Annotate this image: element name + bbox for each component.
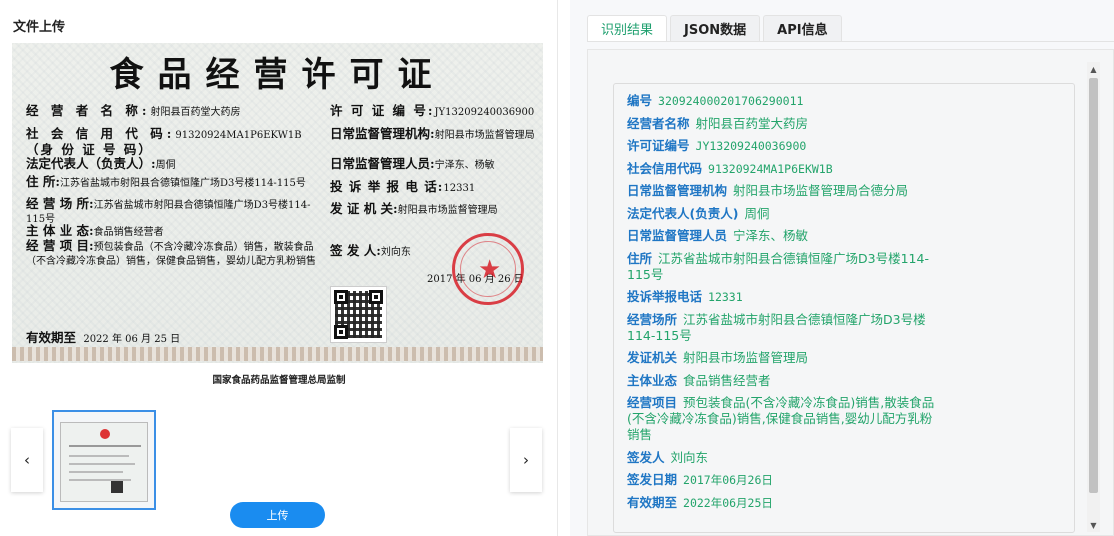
result-panel: 识别结果 JSON数据 API信息 编号 32092400020170629001… <box>570 0 1114 536</box>
cert-field-signer: 签 发 人:刘向东 <box>330 243 411 258</box>
chevron-left-icon: ‹ <box>24 451 30 469</box>
thumbnail-line <box>69 445 141 447</box>
result-content: 编号 320924000201706290011 经营者名称 射阳县百药堂大药房 许… <box>587 49 1114 536</box>
result-row-credit-code: 社会信用代码 91320924MA1P6EKW1B <box>627 160 833 176</box>
cert-field-address: 住 所:江苏省盐城市射阳县合德镇恒隆广场D3号楼114-115号 <box>26 174 306 189</box>
result-row-valid-until: 有效期至 2022年06月25日 <box>627 494 773 510</box>
result-row-address: 住所 江苏省盐城市射阳县合德镇恒隆广场D3号楼114-115号 <box>627 250 929 282</box>
certificate-image: 食品经营许可证 经 营 者 名 称:射阳县百药堂大药房 社 会 信 用 代 码:… <box>12 43 543 363</box>
scroll-up-arrow-icon[interactable]: ▲ <box>1087 62 1100 76</box>
cert-field-hotline: 投 诉 举 报 电 话:12331 <box>330 179 476 194</box>
qr-code <box>330 286 387 343</box>
certificate-footer: 国家食品药品监督管理总局监制 <box>212 375 346 386</box>
image-thumbnail[interactable] <box>52 410 156 510</box>
thumbnail-qr-icon <box>111 481 123 493</box>
cert-field-valid-until: 有效期至 2022 年 06 月 25 日 <box>26 330 181 345</box>
result-row-issuer-org: 发证机关 射阳县市场监督管理局 <box>627 350 809 365</box>
result-row-business-scope: 经营项目 预包装食品(不含冷藏冷冻食品)销售,散装食品(不含冷藏冷冻食品)销售,保… <box>627 395 935 442</box>
qr-finder-top-right <box>369 290 383 304</box>
carousel-next-button[interactable]: › <box>510 428 542 492</box>
qr-finder-bottom-left <box>334 325 348 339</box>
result-row-license-no: 许可证编号 JY13209240036900 <box>627 138 807 153</box>
cert-field-business-type: 主 体 业 态:食品销售经营者 <box>26 223 164 238</box>
tab-json-data[interactable]: JSON数据 <box>670 15 761 41</box>
scrollbar-thumb[interactable] <box>1089 78 1098 493</box>
upload-panel: 文件上传 食品经营许可证 经 营 者 名 称:射阳县百药堂大药房 社 会 信 用… <box>0 0 558 536</box>
certificate-title: 食品经营许可证 <box>109 55 446 95</box>
qr-finder-top-left <box>334 290 348 304</box>
ocr-page: 文件上传 食品经营许可证 经 营 者 名 称:射阳县百药堂大药房 社 会 信 用… <box>0 0 1114 536</box>
cert-field-legal-rep: 法定代表人（负责人）:周侗 <box>26 156 176 171</box>
cert-field-operator: 经 营 者 名 称:射阳县百药堂大药房 <box>26 103 241 118</box>
carousel-prev-button[interactable]: ‹ <box>11 428 43 492</box>
result-row-issue-date: 签发日期 2017年06月26日 <box>627 472 773 487</box>
cert-field-supervisor-org: 日常监督管理机构:射阳县市场监督管理局 <box>330 126 535 141</box>
thumbnail-line <box>69 463 135 465</box>
result-row-signer: 签发人 刘向东 <box>627 449 709 465</box>
result-row-number: 编号 320924000201706290011 <box>627 93 804 108</box>
result-scrollbar[interactable]: ▲ ▼ <box>1087 62 1100 532</box>
scroll-down-arrow-icon[interactable]: ▼ <box>1087 518 1100 532</box>
certificate-decorative-border <box>12 347 543 361</box>
official-seal: ★ <box>452 233 524 305</box>
thumbnail-line <box>69 455 129 457</box>
cert-field-license-no: 许 可 证 编 号:JY13209240036900 <box>330 103 535 118</box>
thumbnail-line <box>69 471 123 473</box>
result-row-supervisor-org: 日常监督管理机构 射阳县市场监督管理局合德分局 <box>627 183 909 198</box>
cert-field-issuer-org: 发 证 机 关:射阳县市场监督管理局 <box>330 201 498 216</box>
upload-button[interactable]: 上传 <box>230 502 325 528</box>
cert-field-supervisor-staff: 日常监督管理人员:宁泽东、杨敏 <box>330 156 495 171</box>
tab-recognition-result[interactable]: 识别结果 <box>587 15 668 41</box>
tab-api-info[interactable]: API信息 <box>763 15 842 41</box>
result-row-supervisor-staff: 日常监督管理人员 宁泽东、杨敏 <box>627 228 809 243</box>
result-row-operator: 经营者名称 射阳县百药堂大药房 <box>627 115 809 131</box>
result-row-premises: 经营场所 江苏省盐城市射阳县合德镇恒隆广场D3号楼114-115号 <box>627 311 926 343</box>
result-row-hotline: 投诉举报电话 12331 <box>627 289 743 304</box>
tab-divider <box>587 41 1114 42</box>
result-list: 编号 320924000201706290011 经营者名称 射阳县百药堂大药房 许… <box>613 83 1075 533</box>
result-row-legal-rep: 法定代表人(负责人) 周侗 <box>627 205 770 221</box>
upload-title: 文件上传 <box>13 20 66 35</box>
chevron-right-icon: › <box>523 451 529 469</box>
seal-star-icon: ★ <box>478 255 502 285</box>
result-row-business-type: 主体业态 食品销售经营者 <box>627 372 771 388</box>
thumbnail-emblem-icon <box>100 429 110 439</box>
thumbnail-document <box>60 422 148 502</box>
cert-field-business-scope: 经 营 项 目:预包装食品（不含冷藏冷冻食品）销售，散装食品（不含冷藏冷冻食品）… <box>26 238 316 267</box>
result-tabs: 识别结果 JSON数据 API信息 <box>587 15 842 41</box>
